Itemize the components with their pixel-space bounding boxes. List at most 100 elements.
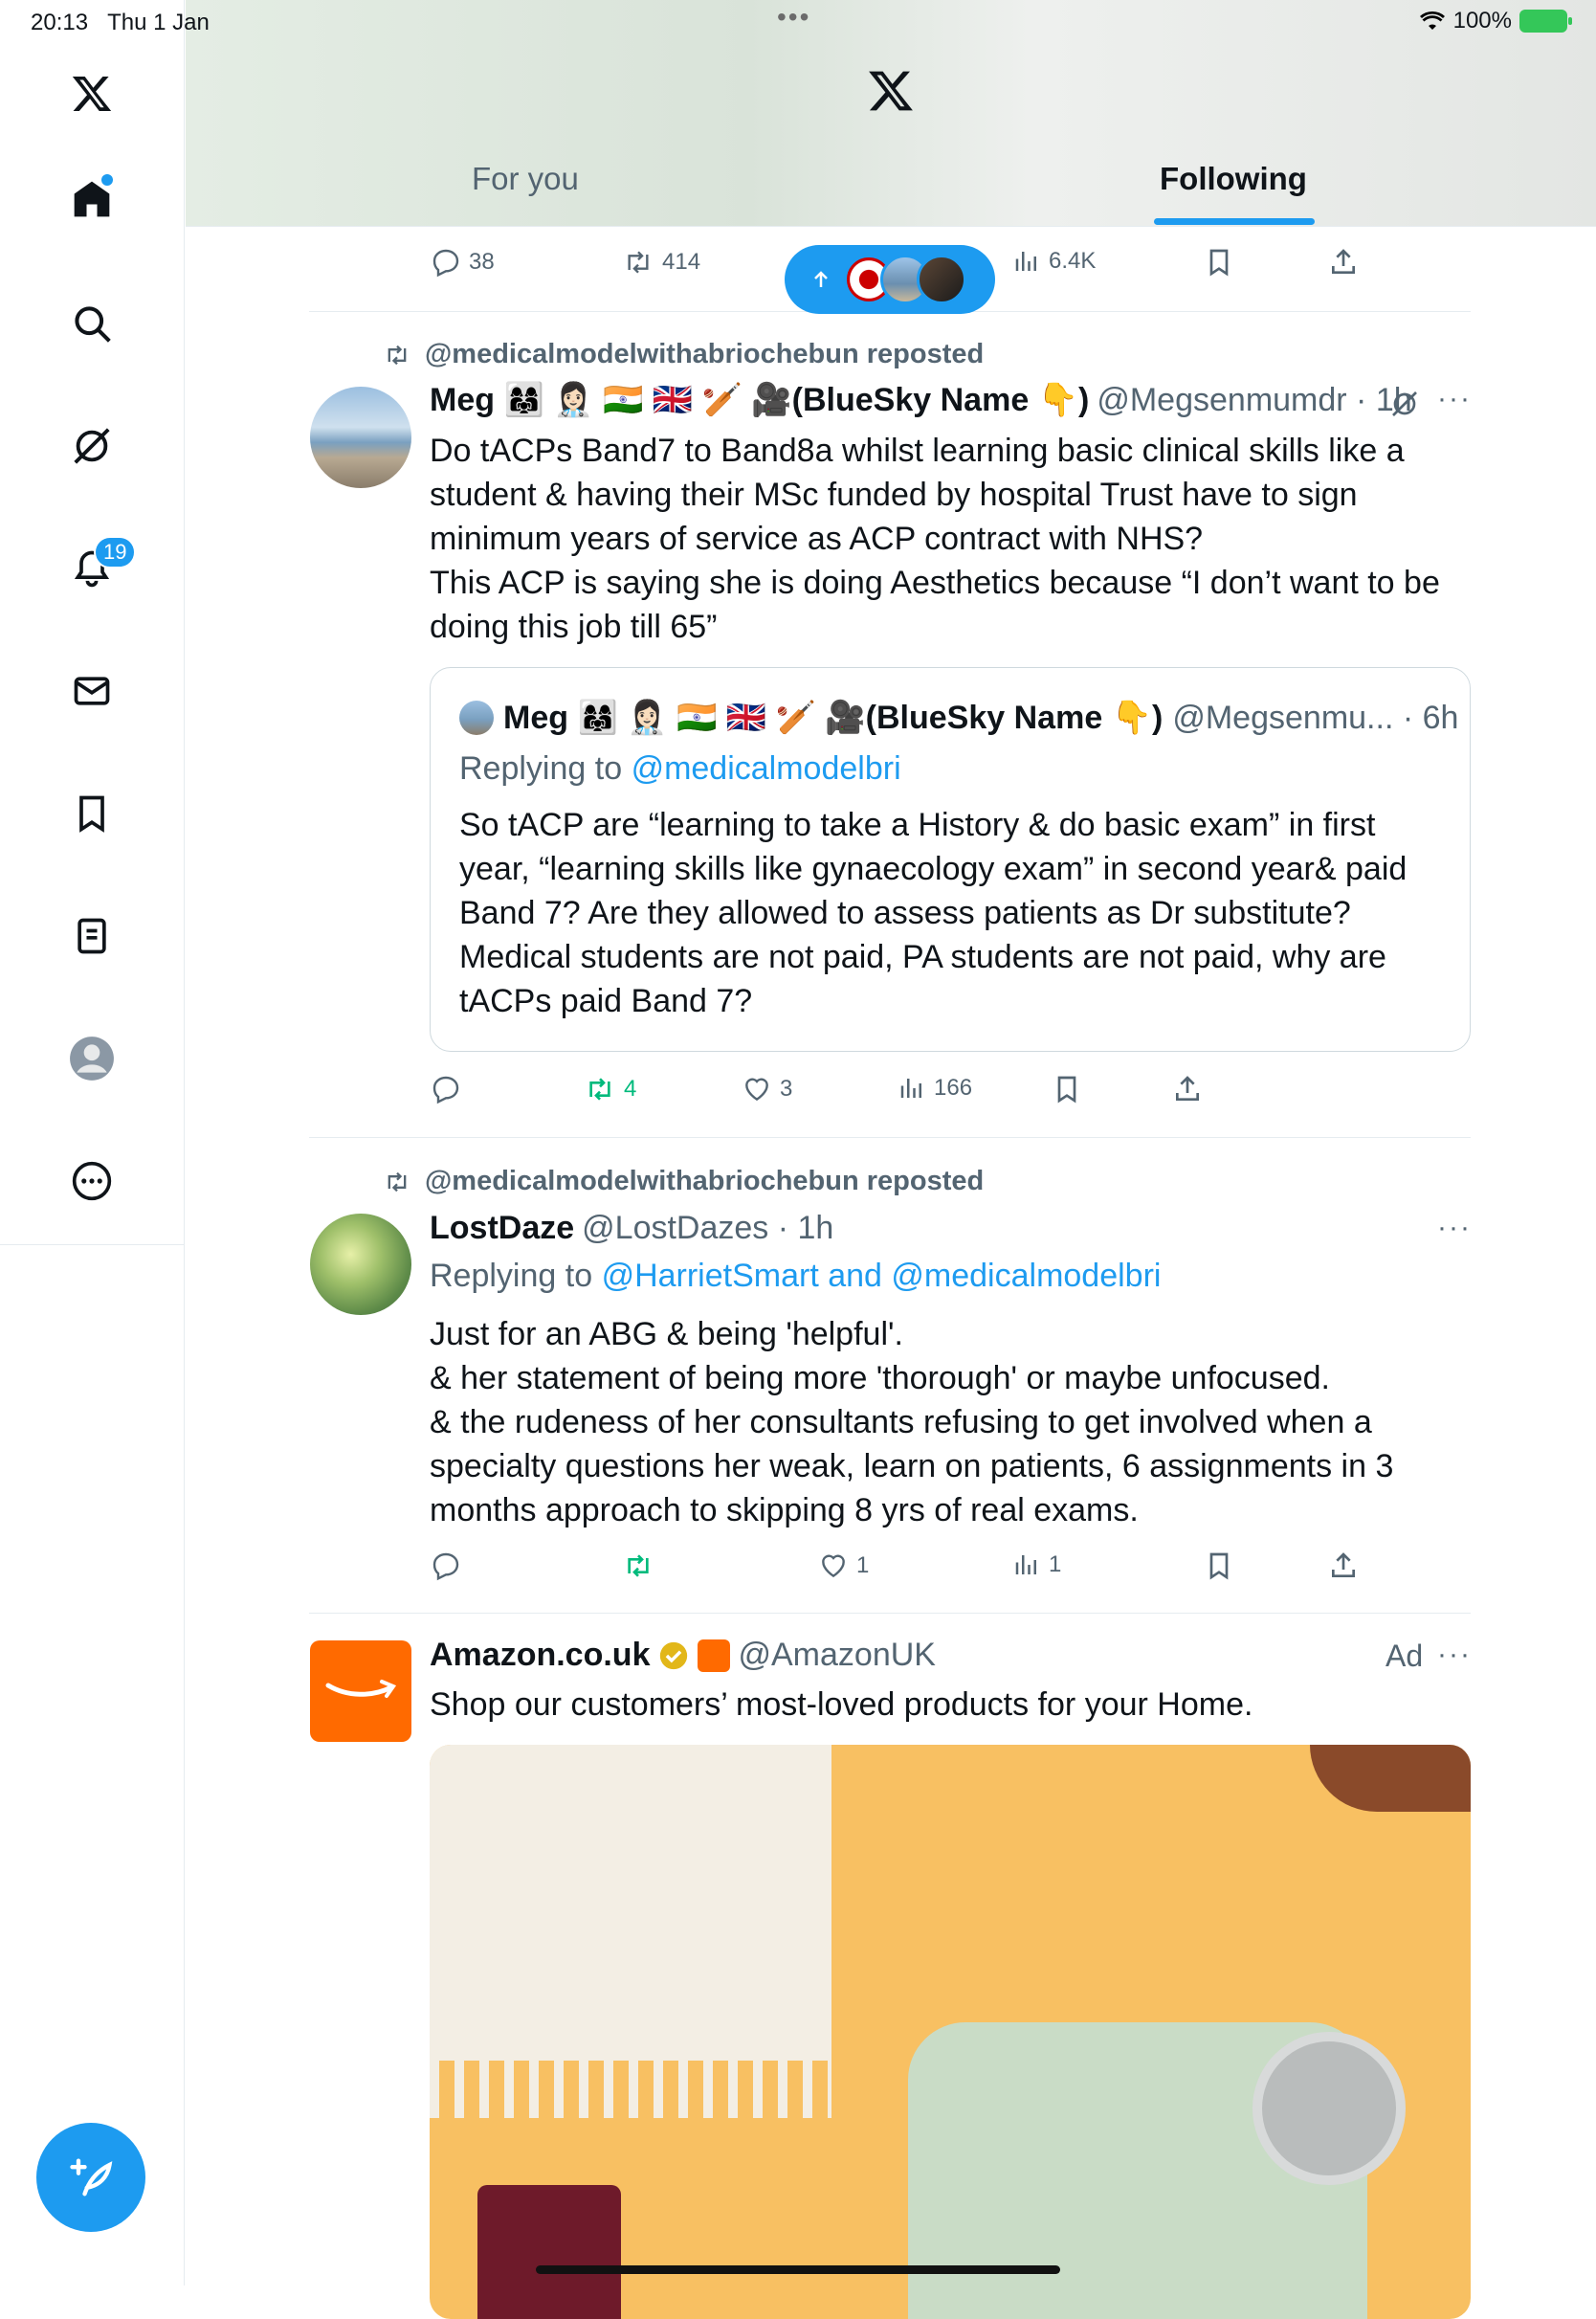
reply-button[interactable] [431, 1074, 461, 1104]
avatar [917, 255, 966, 304]
more-options-icon[interactable]: ··· [1437, 383, 1472, 415]
reply-icon [432, 1552, 459, 1581]
repost-button[interactable]: 4 [584, 1074, 636, 1104]
quoted-post[interactable]: Meg 👩‍👩‍👧 👩🏻‍⚕️ 🇮🇳 🇬🇧 🏏 🎥(BlueSky Name 👇… [430, 667, 1471, 1052]
bookmark-icon [1057, 1076, 1076, 1104]
views-button[interactable]: 1 [1012, 1550, 1061, 1579]
views-chart-icon [1015, 1555, 1036, 1574]
post-text: Shop our customers’ most-loved products … [430, 1686, 1253, 1723]
avatar[interactable] [310, 1214, 411, 1315]
post-text: Just for an ABG & being 'helpful'. & her… [430, 1316, 1394, 1528]
views-count: 1 [1049, 1551, 1062, 1577]
home-new-dot [101, 174, 113, 186]
quoted-author-name: Meg 👩‍👩‍👧 👩🏻‍⚕️ 🇮🇳 🇬🇧 🏏 🎥(BlueSky Name 👇… [503, 700, 1164, 736]
more-options-icon[interactable]: ··· [1437, 1212, 1472, 1244]
x-logo-icon [867, 67, 915, 120]
author-name[interactable]: Meg 👩‍👩‍👧 👩🏻‍⚕️ 🇮🇳 🇬🇧 🏏 🎥(BlueSky Name 👇… [430, 381, 1089, 419]
battery-percent: 100% [1452, 8, 1512, 33]
quoted-author-handle: @Megsenmu... · 6h [1172, 699, 1459, 736]
views-count: 6.4K [1049, 248, 1097, 274]
views-button[interactable]: 166 [898, 1074, 972, 1103]
views-button[interactable]: 6.4K [1012, 247, 1096, 276]
amazon-logo-icon[interactable] [310, 1640, 411, 1742]
like-count: 1 [856, 1552, 870, 1578]
affiliate-badge-icon [698, 1639, 731, 1672]
reply-icon [432, 1076, 459, 1104]
author-name[interactable]: Amazon.co.uk [430, 1637, 650, 1674]
status-time: 20:13 Thu 1 Jan [31, 10, 210, 35]
like-button[interactable]: 3 [742, 1074, 792, 1104]
post-text: Do tACPs Band7 to Band8a whilst learning… [430, 433, 1440, 645]
like-button[interactable]: 1 [818, 1550, 869, 1581]
towel-shape [430, 1745, 831, 2061]
share-button[interactable] [1328, 1550, 1359, 1581]
notifications-badge: 19 [94, 536, 137, 569]
share-button[interactable] [1172, 1074, 1203, 1104]
avatar [459, 701, 494, 735]
tab-following[interactable]: Following [1160, 161, 1307, 197]
repost-icon [628, 1554, 649, 1577]
notifications-bell-icon[interactable]: 19 [57, 534, 137, 603]
ad-label: Ad [1385, 1639, 1424, 1673]
author-handle[interactable]: @Megsenmumdr · 1h [1097, 382, 1411, 419]
verified-gold-badge-icon [660, 1641, 688, 1669]
reply-button[interactable]: 38 [431, 247, 495, 278]
views-chart-icon [900, 1079, 921, 1098]
quoted-reply-line: Replying to @medicalmodelbri [459, 750, 901, 787]
repost-banner: @medicalmodelwithabriochebun reposted [383, 1166, 984, 1197]
search-icon[interactable] [57, 289, 126, 358]
share-icon [1332, 1552, 1355, 1577]
repost-count: 4 [624, 1076, 637, 1102]
author-handle[interactable]: @AmazonUK [738, 1637, 935, 1674]
heart-icon [822, 1554, 845, 1578]
bookmarks-icon[interactable] [57, 779, 126, 848]
lists-icon[interactable] [57, 902, 126, 970]
status-bar: 20:13 Thu 1 Jan ••• 100% [0, 0, 1596, 46]
share-button[interactable] [1328, 247, 1359, 278]
bookmark-button[interactable] [1204, 247, 1234, 278]
feather-plus-icon [70, 2158, 113, 2196]
like-count: 3 [780, 1076, 793, 1102]
reply-button[interactable] [431, 1550, 461, 1581]
bookmark-button[interactable] [1204, 1550, 1234, 1581]
reply-count: 38 [469, 249, 495, 275]
more-options-icon[interactable]: ··· [1437, 1639, 1472, 1671]
repost-icon [628, 251, 649, 274]
author-handle[interactable]: @LostDazes · 1h [582, 1210, 833, 1247]
views-count: 166 [934, 1075, 973, 1101]
bookmark-button[interactable] [1052, 1074, 1082, 1104]
reply-to-link[interactable]: @medicalmodelbri [632, 750, 901, 787]
share-icon [1176, 1076, 1199, 1101]
arrow-up-icon [814, 271, 828, 287]
avatar[interactable] [310, 387, 411, 488]
messages-envelope-icon[interactable] [57, 657, 126, 725]
compose-post-button[interactable] [36, 2123, 145, 2232]
ad-image[interactable] [430, 1745, 1471, 2319]
reply-to-link[interactable]: @HarrietSmart and @medicalmodelbri [602, 1258, 1162, 1294]
home-indicator[interactable] [536, 2265, 1060, 2274]
repost-count: 414 [662, 249, 701, 275]
repost-button[interactable]: 414 [622, 247, 700, 278]
reply-icon [432, 249, 459, 278]
author-name[interactable]: LostDaze [430, 1210, 574, 1247]
repost-icon [388, 1171, 407, 1192]
repost-button[interactable] [622, 1550, 654, 1581]
bookmark-icon [1209, 1552, 1229, 1580]
mug-shape [477, 2185, 621, 2319]
new-posts-pill[interactable] [785, 245, 995, 314]
battery-icon [1519, 10, 1572, 33]
home-icon[interactable] [57, 165, 126, 234]
tab-for-you[interactable]: For you [472, 161, 579, 197]
repost-icon [589, 1078, 610, 1101]
heart-icon [745, 1078, 768, 1102]
repost-icon [388, 345, 407, 365]
profile-avatar-icon[interactable] [57, 1024, 126, 1093]
wifi-icon [1419, 11, 1445, 31]
multitask-dots[interactable]: ••• [777, 2, 810, 33]
sidebar: 19 [0, 0, 185, 2286]
views-chart-icon [1015, 252, 1036, 271]
x-logo-icon[interactable] [57, 59, 126, 128]
grok-icon[interactable] [57, 412, 126, 480]
more-options-icon[interactable] [57, 1147, 126, 1215]
grok-icon[interactable] [1389, 389, 1420, 419]
